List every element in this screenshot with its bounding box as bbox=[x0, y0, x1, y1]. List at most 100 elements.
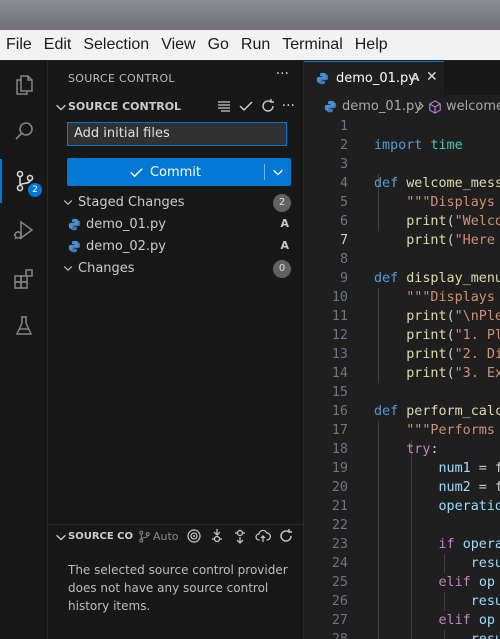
cloud-upload-icon[interactable] bbox=[255, 528, 271, 544]
code-line[interactable]: elif op == '/': bbox=[374, 573, 500, 592]
commit-check-icon[interactable] bbox=[238, 98, 254, 114]
menu-view[interactable]: View bbox=[155, 36, 201, 54]
fetch-icon[interactable] bbox=[209, 528, 225, 544]
chevron-down-icon bbox=[273, 169, 283, 176]
pull-icon[interactable] bbox=[232, 528, 248, 544]
code-line[interactable]: try: bbox=[374, 440, 438, 459]
staged-changes-label: Staged Changes bbox=[78, 195, 185, 210]
refresh-icon[interactable] bbox=[278, 528, 294, 544]
code-line[interactable]: def welcome_message(): bbox=[374, 174, 500, 193]
sidebar-title: SOURCE CONTROL bbox=[68, 72, 175, 85]
menu-selection[interactable]: Selection bbox=[77, 36, 155, 54]
close-icon[interactable]: ✕ bbox=[426, 69, 438, 85]
code-line[interactable]: import time bbox=[374, 136, 463, 155]
staged-file-item[interactable]: demo_02.py A bbox=[48, 236, 303, 258]
tab-status: A bbox=[411, 71, 420, 84]
source-control-section-header[interactable]: SOURCE CONTROL ··· bbox=[48, 97, 303, 119]
history-section-label: SOURCE CONTROL GRAPH bbox=[68, 531, 134, 542]
line-number: 1 bbox=[339, 119, 348, 134]
activity-bar: 2 bbox=[0, 61, 48, 639]
breadcrumb-file[interactable]: demo_01.py bbox=[342, 99, 422, 114]
section-more-icon[interactable]: ··· bbox=[282, 98, 295, 114]
file-status: A bbox=[280, 239, 289, 252]
check-icon bbox=[130, 167, 143, 177]
source-control-sidebar: SOURCE CONTROL ··· SOURCE CONTROL ··· Ad… bbox=[48, 61, 304, 639]
python-file-icon bbox=[68, 240, 81, 253]
code-line[interactable]: elif op == '-': bbox=[374, 611, 500, 630]
line-number: 24 bbox=[331, 556, 348, 571]
code-line[interactable]: print("3. Exit") bbox=[374, 364, 500, 383]
code-line[interactable]: """Displays the menu.""" bbox=[374, 288, 500, 307]
commit-main-button[interactable]: Commit bbox=[67, 158, 263, 186]
file-name: demo_01.py bbox=[86, 217, 166, 232]
sidebar-more-icon[interactable]: ··· bbox=[276, 66, 289, 82]
tab-label: demo_01.py bbox=[336, 71, 416, 86]
code-line[interactable]: def display_menu(): bbox=[374, 269, 500, 288]
menu-run[interactable]: Run bbox=[235, 36, 276, 54]
line-number: 28 bbox=[304, 630, 348, 639]
line-number: 2 bbox=[339, 138, 348, 153]
chevron-down-icon bbox=[63, 266, 73, 272]
run-debug-icon[interactable] bbox=[0, 208, 47, 252]
commit-message-input[interactable]: Add initial files bbox=[67, 122, 287, 146]
view-as-list-icon[interactable] bbox=[216, 98, 232, 114]
line-number: 4 bbox=[339, 176, 348, 191]
line-number: 13 bbox=[331, 347, 348, 362]
line-number: 20 bbox=[331, 480, 348, 495]
code-line[interactable]: print("\nPlease choose:") bbox=[374, 307, 500, 326]
chevron-right-icon bbox=[418, 101, 424, 111]
line-number: 9 bbox=[339, 271, 348, 286]
code-line[interactable]: """Performs a calculation.""" bbox=[374, 421, 500, 440]
code-line[interactable]: print("2. Divide") bbox=[374, 345, 500, 364]
menu-edit[interactable]: Edit bbox=[38, 36, 78, 54]
code-line[interactable]: print("1. Plus") bbox=[374, 326, 500, 345]
menu-help[interactable]: Help bbox=[349, 36, 394, 54]
code-line[interactable]: operation = input() bbox=[374, 497, 500, 516]
refresh-icon[interactable] bbox=[260, 98, 276, 114]
file-status: A bbox=[280, 217, 289, 230]
breadcrumb-symbol[interactable]: welcome_message bbox=[446, 99, 500, 114]
target-icon[interactable] bbox=[186, 528, 202, 544]
line-number: 14 bbox=[331, 366, 348, 381]
line-number: 16 bbox=[331, 404, 348, 419]
menu-file[interactable]: File bbox=[0, 36, 38, 54]
chevron-down-icon bbox=[56, 534, 66, 541]
code-line[interactable]: result = num1 / num2 bbox=[374, 592, 500, 611]
testing-icon[interactable] bbox=[0, 304, 47, 348]
menu-go[interactable]: Go bbox=[202, 36, 235, 54]
menu-terminal[interactable]: Terminal bbox=[276, 36, 348, 54]
staged-count-badge: 2 bbox=[273, 194, 291, 212]
line-number: 19 bbox=[331, 461, 348, 476]
code-line[interactable]: if operation == '+': bbox=[374, 535, 500, 554]
history-section-header[interactable]: SOURCE CONTROL GRAPH Auto bbox=[48, 527, 303, 549]
tab-demo-01[interactable]: demo_01.py A ✕ bbox=[304, 61, 444, 95]
explorer-icon[interactable] bbox=[0, 63, 47, 107]
source-control-icon[interactable]: 2 bbox=[0, 159, 47, 203]
code-line[interactable]: """Displays a welcome message.""" bbox=[374, 193, 500, 212]
code-line[interactable]: def perform_calculation(): bbox=[374, 402, 500, 421]
branch-icon bbox=[139, 529, 150, 543]
window-titlebar[interactable] bbox=[0, 0, 500, 30]
code-line[interactable]: result = num1 + num2 bbox=[374, 554, 500, 573]
auto-branch-toggle[interactable]: Auto bbox=[138, 530, 179, 543]
line-number: 7 bbox=[339, 233, 348, 248]
staged-changes-group[interactable]: Staged Changes 2 bbox=[48, 192, 303, 214]
code-editor[interactable]: 12import time34def welcome_message():5 "… bbox=[304, 117, 500, 639]
commit-label: Commit bbox=[149, 164, 202, 180]
code-line[interactable]: num2 = float(input()) bbox=[374, 478, 500, 497]
staged-file-item[interactable]: demo_01.py A bbox=[48, 214, 303, 236]
code-line[interactable]: print("Here we go!") bbox=[374, 231, 500, 250]
search-icon[interactable] bbox=[0, 109, 47, 153]
commit-dropdown-button[interactable] bbox=[265, 158, 291, 186]
editor-area: demo_01.py A ✕ demo_01.py welcome_messag… bbox=[304, 61, 500, 639]
code-line[interactable]: print("Welcome!") bbox=[374, 212, 500, 231]
changes-group[interactable]: Changes 0 bbox=[48, 258, 303, 280]
python-file-icon bbox=[316, 72, 329, 85]
auto-label: Auto bbox=[153, 529, 179, 543]
section-divider bbox=[48, 524, 303, 525]
extensions-icon[interactable] bbox=[0, 257, 47, 301]
code-line[interactable]: result = num1 - num2 bbox=[374, 630, 500, 639]
code-line[interactable]: num1 = float(input()) bbox=[374, 459, 500, 478]
line-number: 27 bbox=[331, 613, 348, 628]
line-number: 12 bbox=[331, 328, 348, 343]
